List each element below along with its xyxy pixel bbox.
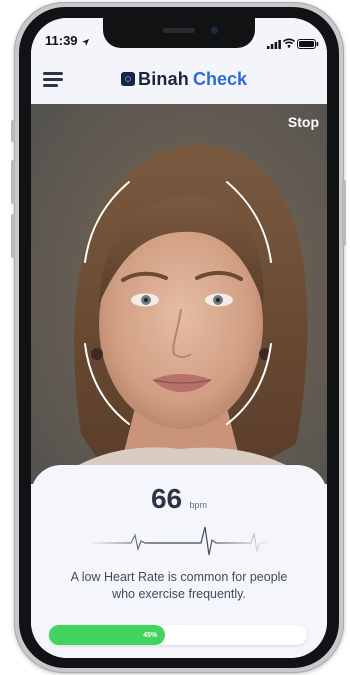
- hamburger-menu-icon[interactable]: [43, 70, 65, 88]
- camera-feed: Stop: [31, 104, 327, 484]
- measurement-card: 66 bpm A low Heart Rate is common for pe…: [31, 465, 327, 658]
- location-arrow-icon: [81, 34, 90, 52]
- wifi-icon: [282, 35, 296, 53]
- logo-mark-icon: [121, 72, 135, 86]
- notch: [103, 18, 255, 48]
- app-header: Binah Check: [31, 62, 327, 104]
- measurement-progress-bar: 45%: [49, 625, 307, 645]
- power-button: [342, 180, 346, 246]
- volume-down-button: [11, 214, 15, 258]
- heart-rate-value: 66: [150, 483, 183, 514]
- phone-screen: 11:39 Binah Check Stop 66 bpm A low Hear…: [31, 18, 327, 658]
- heart-rate-message: A low Heart Rate is common for people wh…: [70, 570, 288, 601]
- cellular-signal-icon: [267, 36, 281, 54]
- heart-rate-unit: bpm: [189, 500, 208, 510]
- front-camera: [211, 27, 218, 34]
- ecg-waveform-icon: [91, 526, 267, 556]
- volume-up-button: [11, 160, 15, 204]
- app-logo: Binah Check: [121, 68, 247, 90]
- mute-switch: [11, 120, 15, 142]
- status-time: 11:39: [45, 33, 78, 48]
- progress-label: 45%: [143, 631, 158, 639]
- heart-rate-readout: 66 bpm: [31, 483, 327, 515]
- logo-text-binah: Binah: [138, 68, 190, 89]
- stop-button[interactable]: Stop: [288, 114, 319, 130]
- speaker-grille: [163, 28, 195, 33]
- progress-bar-fill: 45%: [49, 625, 166, 645]
- face-photo: [31, 104, 327, 484]
- logo-text-check: Check: [193, 68, 248, 89]
- battery-icon: [297, 36, 319, 54]
